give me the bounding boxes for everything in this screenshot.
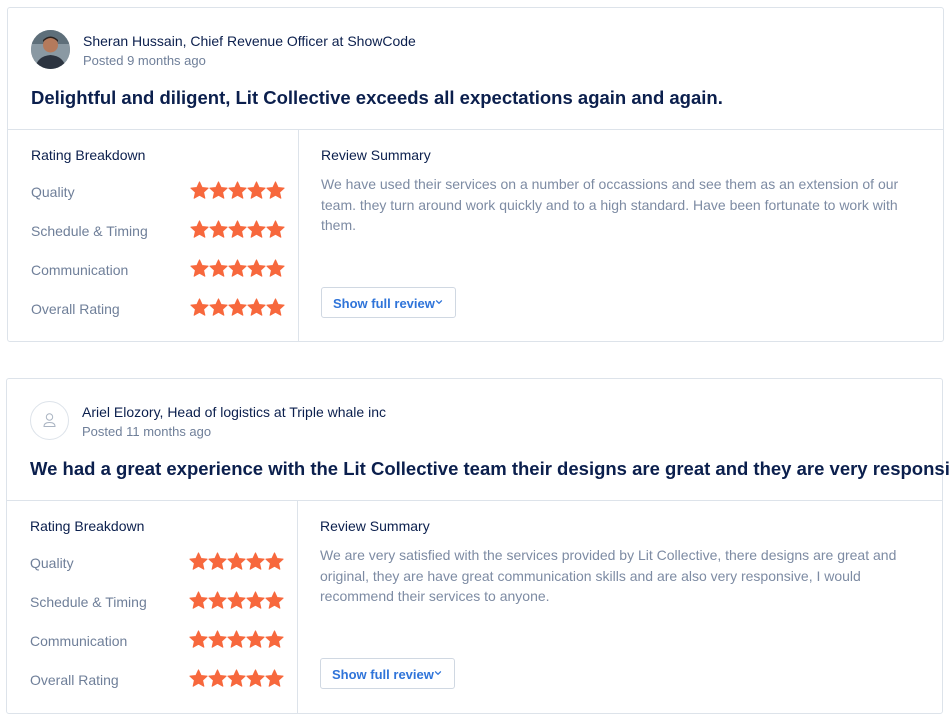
star-rating bbox=[189, 668, 285, 690]
star-icon bbox=[246, 591, 265, 609]
rating-label: Quality bbox=[30, 555, 74, 571]
review-headline: We had a great experience with the Lit C… bbox=[30, 458, 950, 479]
star-rating bbox=[190, 219, 286, 241]
star-icon bbox=[190, 259, 209, 277]
show-full-review-label: Show full review bbox=[332, 667, 434, 682]
star-icon bbox=[265, 591, 284, 609]
rating-row-quality: Quality bbox=[30, 551, 285, 575]
star-icon bbox=[247, 181, 266, 199]
star-icon bbox=[208, 669, 227, 687]
review-posted-date: Posted 9 months ago bbox=[83, 53, 206, 68]
star-icon bbox=[266, 298, 285, 316]
star-icon bbox=[265, 669, 284, 687]
star-icon bbox=[190, 298, 209, 316]
star-icon bbox=[247, 220, 266, 238]
rating-row-communication: Communication bbox=[31, 258, 286, 282]
star-icon bbox=[189, 552, 208, 570]
rating-row-schedule: Schedule & Timing bbox=[30, 590, 285, 614]
star-icon bbox=[209, 220, 228, 238]
rating-label: Schedule & Timing bbox=[30, 594, 147, 610]
avatar-photo-icon bbox=[31, 30, 70, 69]
review-headline: Delightful and diligent, Lit Collective … bbox=[31, 87, 723, 108]
star-icon bbox=[246, 630, 265, 648]
rating-breakdown-title: Rating Breakdown bbox=[30, 518, 145, 534]
star-icon bbox=[190, 181, 209, 199]
rating-label: Quality bbox=[31, 184, 75, 200]
chevron-down-icon bbox=[434, 671, 442, 675]
star-icon bbox=[227, 630, 246, 648]
star-icon bbox=[247, 298, 266, 316]
show-full-review-button[interactable]: Show full review bbox=[320, 658, 455, 689]
rating-label: Overall Rating bbox=[30, 672, 119, 688]
star-rating bbox=[189, 629, 285, 651]
review-summary: Review Summary We are very satisfied wit… bbox=[298, 500, 942, 713]
star-icon bbox=[228, 220, 247, 238]
show-full-review-label: Show full review bbox=[333, 296, 435, 311]
rating-row-schedule: Schedule & Timing bbox=[31, 219, 286, 243]
avatar bbox=[31, 30, 70, 69]
review-posted-date: Posted 11 months ago bbox=[82, 424, 212, 439]
star-icon bbox=[266, 181, 285, 199]
star-icon bbox=[265, 552, 284, 570]
star-icon bbox=[246, 669, 265, 687]
star-icon bbox=[208, 552, 227, 570]
review-summary-title: Review Summary bbox=[321, 147, 431, 163]
star-icon bbox=[209, 259, 228, 277]
star-rating bbox=[190, 258, 286, 280]
star-icon bbox=[247, 259, 266, 277]
star-icon bbox=[190, 220, 209, 238]
review-summary-title: Review Summary bbox=[320, 518, 430, 534]
star-icon bbox=[189, 669, 208, 687]
review-header: Ariel Elozory, Head of logistics at Trip… bbox=[7, 379, 950, 501]
star-icon bbox=[266, 259, 285, 277]
avatar bbox=[30, 401, 69, 440]
star-rating bbox=[189, 551, 285, 573]
rating-label: Schedule & Timing bbox=[31, 223, 148, 239]
star-icon bbox=[266, 220, 285, 238]
star-icon bbox=[228, 181, 247, 199]
rating-row-overall: Overall Rating bbox=[30, 668, 285, 692]
star-rating bbox=[189, 590, 285, 612]
rating-label: Communication bbox=[30, 633, 128, 649]
review-author: Ariel Elozory, Head of logistics at Trip… bbox=[82, 404, 386, 420]
review-header: Sheran Hussain, Chief Revenue Officer at… bbox=[8, 8, 943, 130]
rating-row-communication: Communication bbox=[30, 629, 285, 653]
star-rating bbox=[190, 297, 286, 319]
rating-breakdown: Rating Breakdown Quality Schedule & Timi… bbox=[7, 500, 298, 713]
star-rating bbox=[190, 180, 286, 202]
review-card: Ariel Elozory, Head of logistics at Trip… bbox=[6, 378, 950, 714]
star-icon bbox=[246, 552, 265, 570]
chevron-down-icon bbox=[435, 300, 443, 304]
rating-row-overall: Overall Rating bbox=[31, 297, 286, 321]
star-icon bbox=[208, 591, 227, 609]
star-icon bbox=[189, 630, 208, 648]
star-icon bbox=[209, 181, 228, 199]
review-summary-text: We have used their services on a number … bbox=[321, 176, 899, 233]
review-summary: Review Summary We have used their servic… bbox=[299, 129, 943, 341]
rating-label: Overall Rating bbox=[31, 301, 120, 317]
rating-row-quality: Quality bbox=[31, 180, 286, 204]
rating-breakdown-title: Rating Breakdown bbox=[31, 147, 146, 163]
rating-label: Communication bbox=[31, 262, 129, 278]
star-icon bbox=[228, 298, 247, 316]
star-icon bbox=[228, 259, 247, 277]
star-icon bbox=[227, 591, 246, 609]
star-icon bbox=[227, 669, 246, 687]
star-icon bbox=[189, 591, 208, 609]
star-icon bbox=[265, 630, 284, 648]
rating-breakdown: Rating Breakdown Quality Schedule & Timi… bbox=[8, 129, 299, 341]
review-summary-text: We are very satisfied with the services … bbox=[320, 547, 897, 604]
show-full-review-button[interactable]: Show full review bbox=[321, 287, 456, 318]
review-author: Sheran Hussain, Chief Revenue Officer at… bbox=[83, 33, 416, 49]
review-card: Sheran Hussain, Chief Revenue Officer at… bbox=[7, 7, 944, 342]
star-icon bbox=[208, 630, 227, 648]
star-icon bbox=[227, 552, 246, 570]
star-icon bbox=[209, 298, 228, 316]
user-icon bbox=[43, 413, 56, 427]
